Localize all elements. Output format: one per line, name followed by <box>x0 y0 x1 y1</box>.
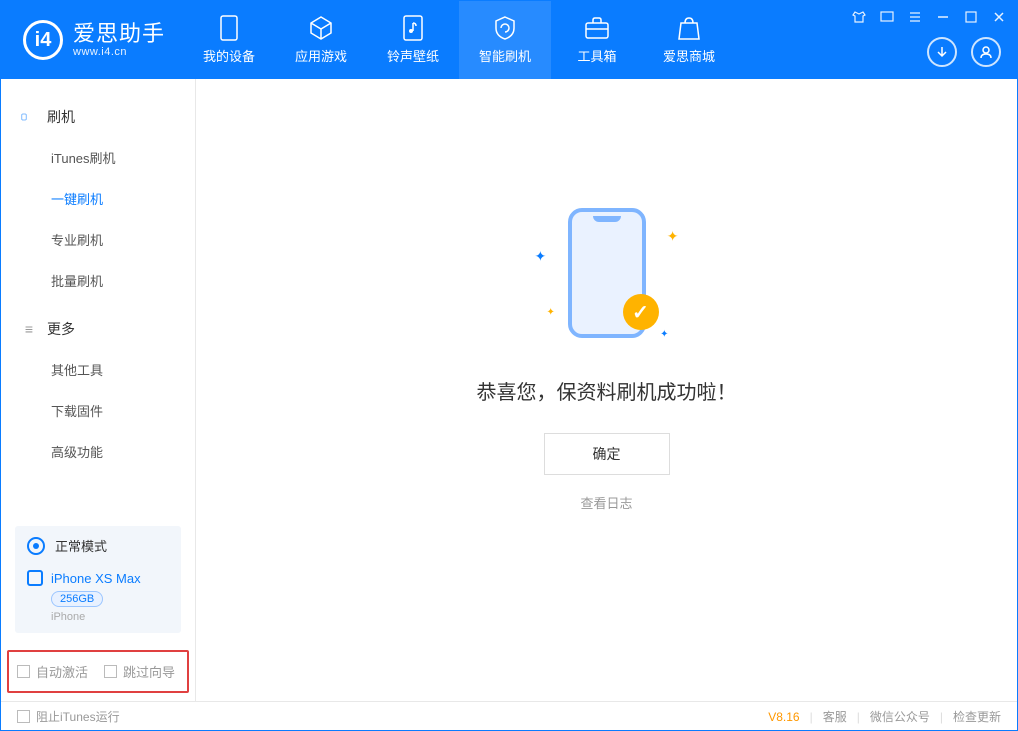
nav-ringtones[interactable]: 铃声壁纸 <box>367 1 459 79</box>
main-content: ✦ ✦ ✦ ✦ ✓ 恭喜您，保资料刷机成功啦！ 确定 查看日志 <box>196 79 1017 701</box>
maximize-button[interactable] <box>963 9 979 25</box>
sparkle-icon: ✦ <box>535 248 547 265</box>
bag-icon <box>676 15 702 41</box>
menu-icon[interactable] <box>907 9 923 25</box>
minimize-button[interactable] <box>935 9 951 25</box>
sidebar-item-oneclick-flash[interactable]: 一键刷机 <box>1 178 195 219</box>
checkbox-icon <box>17 665 30 678</box>
flash-options-box: 自动激活 跳过向导 <box>7 650 189 693</box>
window-controls <box>851 9 1007 25</box>
checkbox-icon <box>17 710 30 723</box>
status-bar: 阻止iTunes运行 V8.16 | 客服 | 微信公众号 | 检查更新 <box>1 701 1017 731</box>
phone-notch <box>593 216 621 222</box>
checkbox-skip-guide[interactable]: 跳过向导 <box>104 662 175 681</box>
device-capacity: 256GB <box>51 591 103 607</box>
customer-service-link[interactable]: 客服 <box>823 708 847 725</box>
app-title: 爱思助手 <box>73 22 165 46</box>
checkbox-block-itunes[interactable]: 阻止iTunes运行 <box>17 708 120 725</box>
toolbox-icon <box>584 15 610 41</box>
app-domain: www.i4.cn <box>73 46 165 58</box>
sparkle-icon: ✦ <box>660 329 668 340</box>
nav-store[interactable]: 爱思商城 <box>643 1 735 79</box>
app-header: i4 爱思助手 www.i4.cn 我的设备 应用游戏 铃声壁纸 智能刷机 工具… <box>1 1 1017 79</box>
download-button[interactable] <box>927 37 957 67</box>
nav-toolbox[interactable]: 工具箱 <box>551 1 643 79</box>
checkbox-icon <box>104 665 117 678</box>
sidebar-item-other-tools[interactable]: 其他工具 <box>1 349 195 390</box>
sidebar-item-itunes-flash[interactable]: iTunes刷机 <box>1 137 195 178</box>
success-illustration: ✦ ✦ ✦ ✦ ✓ <box>517 208 697 348</box>
header-action-circles <box>927 37 1001 67</box>
sidebar-item-advanced[interactable]: 高级功能 <box>1 431 195 472</box>
device-info-box[interactable]: iPhone XS Max 256GB iPhone <box>15 560 181 633</box>
logo-text-block: 爱思助手 www.i4.cn <box>73 22 165 58</box>
music-file-icon <box>400 15 426 41</box>
feedback-icon[interactable] <box>879 9 895 25</box>
nav-smart-flash[interactable]: 智能刷机 <box>459 1 551 79</box>
mode-icon <box>27 537 45 555</box>
ok-button[interactable]: 确定 <box>544 433 670 475</box>
app-body: 刷机 iTunes刷机 一键刷机 专业刷机 批量刷机 ≡ 更多 其他工具 下载固… <box>1 79 1017 701</box>
wechat-link[interactable]: 微信公众号 <box>870 708 930 725</box>
sidebar-header-more: ≡ 更多 <box>1 309 195 349</box>
nav-my-device[interactable]: 我的设备 <box>183 1 275 79</box>
shield-refresh-icon <box>492 15 518 41</box>
user-account-button[interactable] <box>971 37 1001 67</box>
shirt-icon[interactable] <box>851 9 867 25</box>
device-type: iPhone <box>51 611 169 623</box>
checkbox-auto-activate[interactable]: 自动激活 <box>17 662 88 681</box>
device-small-icon <box>27 570 43 586</box>
sidebar: 刷机 iTunes刷机 一键刷机 专业刷机 批量刷机 ≡ 更多 其他工具 下载固… <box>1 79 196 701</box>
sparkle-icon: ✦ <box>667 228 679 245</box>
device-name: iPhone XS Max <box>51 571 141 586</box>
main-nav: 我的设备 应用游戏 铃声壁纸 智能刷机 工具箱 爱思商城 <box>183 1 735 79</box>
device-icon <box>216 15 242 41</box>
mode-label: 正常模式 <box>55 536 107 555</box>
check-update-link[interactable]: 检查更新 <box>953 708 1001 725</box>
version-label: V8.16 <box>768 710 799 724</box>
footer-right: V8.16 | 客服 | 微信公众号 | 检查更新 <box>768 708 1001 725</box>
logo-area: i4 爱思助手 www.i4.cn <box>1 1 183 79</box>
nav-apps-games[interactable]: 应用游戏 <box>275 1 367 79</box>
sidebar-header-flash: 刷机 <box>1 97 195 137</box>
cube-icon <box>308 15 334 41</box>
sidebar-item-pro-flash[interactable]: 专业刷机 <box>1 219 195 260</box>
success-message: 恭喜您，保资料刷机成功啦！ <box>477 376 737 405</box>
phone-icon <box>21 109 37 125</box>
sidebar-item-download-firmware[interactable]: 下载固件 <box>1 390 195 431</box>
list-icon: ≡ <box>21 321 37 337</box>
view-log-link[interactable]: 查看日志 <box>580 493 632 512</box>
logo-icon: i4 <box>23 20 63 60</box>
sidebar-group-flash: 刷机 iTunes刷机 一键刷机 专业刷机 批量刷机 <box>1 97 195 301</box>
sidebar-group-more: ≡ 更多 其他工具 下载固件 高级功能 <box>1 309 195 472</box>
close-button[interactable] <box>991 9 1007 25</box>
sidebar-item-batch-flash[interactable]: 批量刷机 <box>1 260 195 301</box>
sparkle-icon: ✦ <box>547 307 555 318</box>
checkmark-badge-icon: ✓ <box>623 294 659 330</box>
